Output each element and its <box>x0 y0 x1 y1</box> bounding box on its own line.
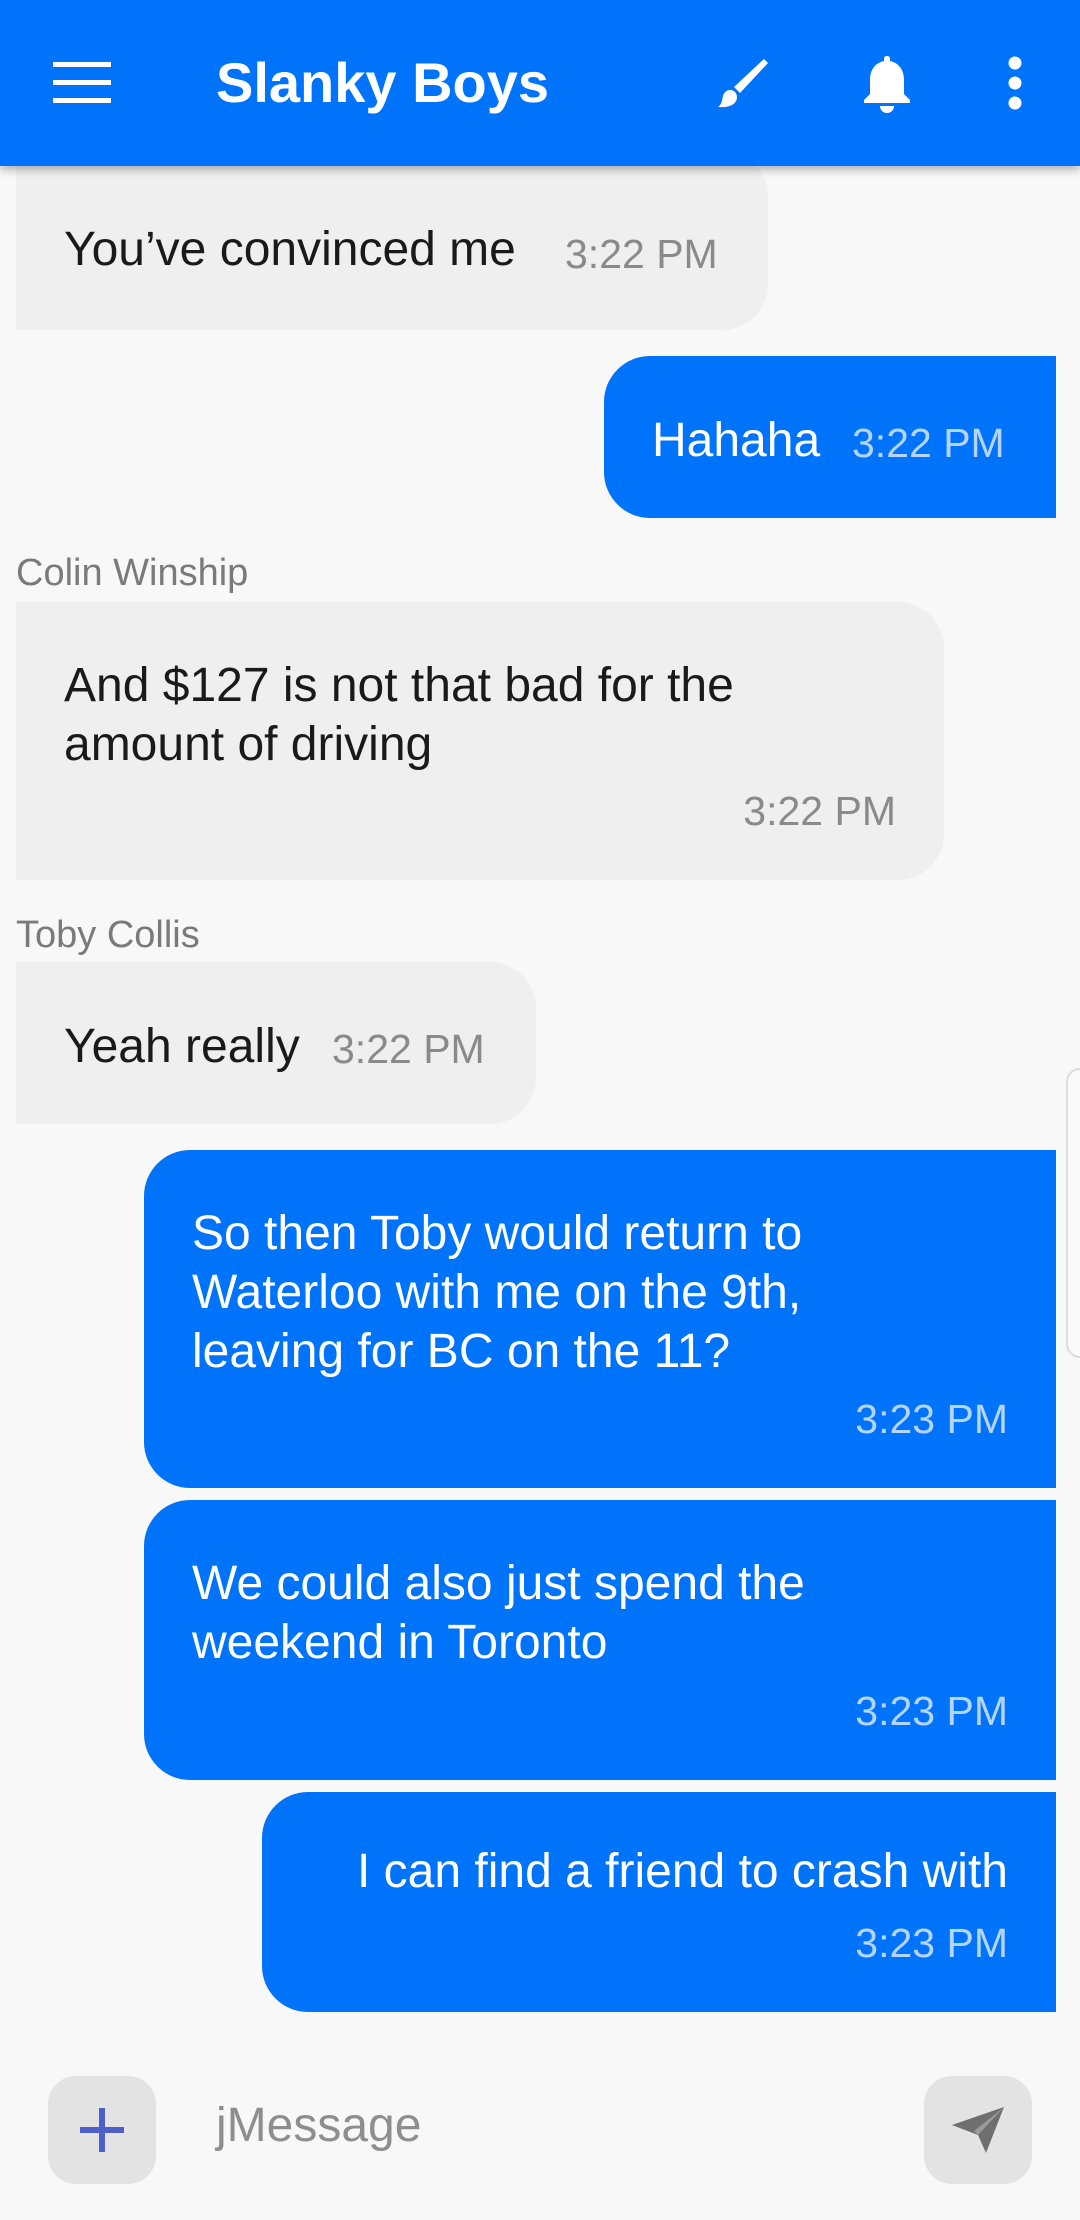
plus-icon <box>80 2108 124 2152</box>
message-bubble-outgoing[interactable]: We could also just spend the weekend in … <box>144 1500 1056 1780</box>
sender-name: Colin Winship <box>16 552 249 594</box>
message-time: 3:23 PM <box>855 1920 1008 1966</box>
message-time: 3:22 PM <box>852 420 1005 466</box>
message-text: I can find a friend to crash with <box>357 1845 1008 1898</box>
theme-button[interactable] <box>700 46 784 120</box>
message-input[interactable]: jMessage <box>216 2098 421 2153</box>
message-time: 3:22 PM <box>565 231 718 277</box>
message-time: 3:23 PM <box>855 1396 1008 1442</box>
more-vertical-icon <box>1008 56 1022 110</box>
message-bubble-incoming[interactable]: Yeah really 3:22 PM <box>16 962 536 1124</box>
send-button[interactable] <box>924 2076 1032 2184</box>
message-text: And $127 is not that bad for the amount … <box>64 659 734 771</box>
sender-name: Toby Collis <box>16 914 200 956</box>
send-icon <box>952 2107 1004 2153</box>
attach-button[interactable] <box>48 2076 156 2184</box>
message-bubble-outgoing[interactable]: I can find a friend to crash with 3:23 P… <box>262 1792 1056 2012</box>
brush-icon <box>718 59 768 108</box>
conversation-title: Slanky Boys <box>216 51 550 114</box>
message-bubble-incoming[interactable]: You’ve convinced me 3:22 PM <box>16 150 768 330</box>
message-text: You’ve convinced me <box>64 223 516 276</box>
message-text: We could also just spend the weekend in … <box>192 1557 805 1669</box>
message-time: 3:23 PM <box>855 1688 1008 1734</box>
message-text: Yeah really <box>64 1020 300 1073</box>
message-bubble-outgoing[interactable]: So then Toby would return to Waterloo wi… <box>144 1150 1056 1488</box>
message-time: 3:22 PM <box>332 1026 485 1072</box>
notifications-button[interactable] <box>845 46 929 120</box>
bell-icon <box>864 56 910 113</box>
fast-scroll-handle[interactable] <box>1066 1068 1080 1358</box>
menu-icon <box>53 62 111 103</box>
overflow-menu-button[interactable] <box>990 46 1040 120</box>
message-time: 3:22 PM <box>743 788 896 834</box>
message-bubble-outgoing[interactable]: Hahaha 3:22 PM <box>604 356 1056 518</box>
message-bubble-incoming[interactable]: And $127 is not that bad for the amount … <box>16 602 944 880</box>
menu-button[interactable] <box>40 46 124 120</box>
message-text: So then Toby would return to Waterloo wi… <box>192 1207 803 1378</box>
app-bar: Slanky Boys <box>0 0 1080 166</box>
message-text: Hahaha <box>652 414 821 467</box>
